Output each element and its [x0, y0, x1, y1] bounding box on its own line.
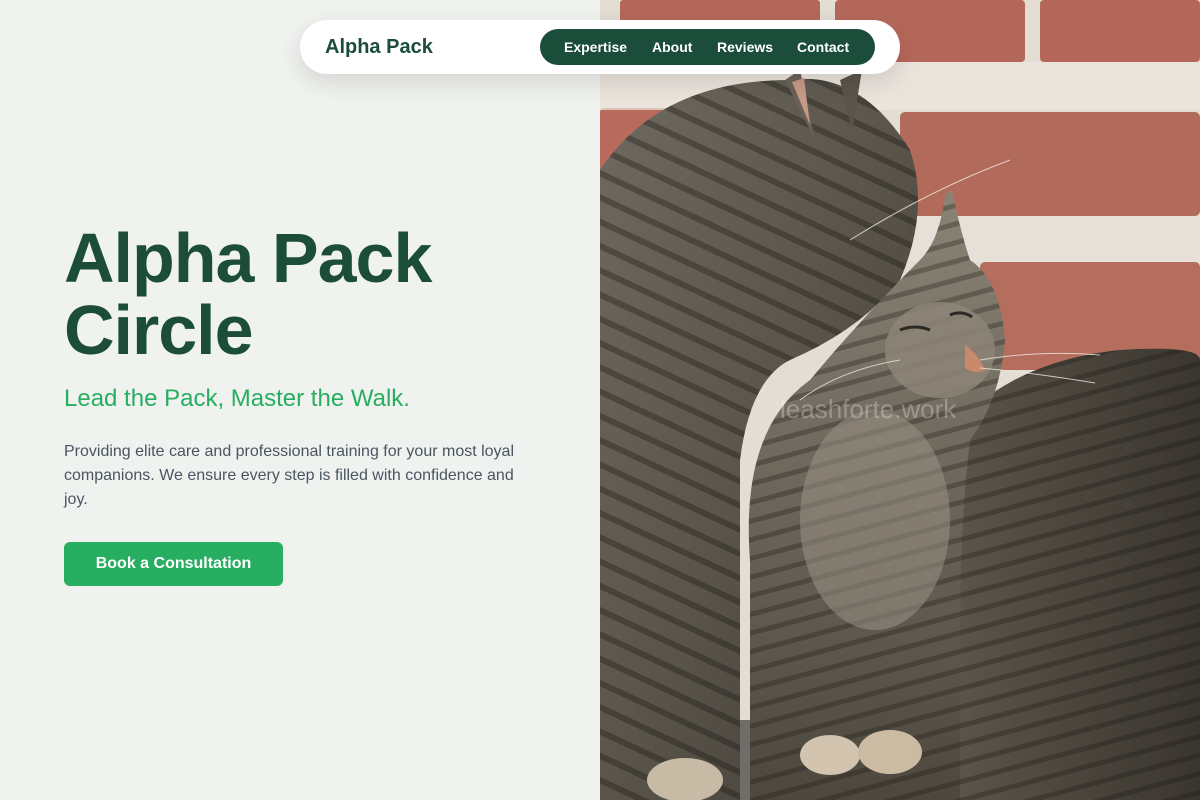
hero-description: Providing elite care and professional tr…	[64, 443, 515, 508]
hero-tagline: Lead the Pack, Master the Walk.	[64, 385, 410, 412]
photo-watermark: leashforte.work	[780, 394, 957, 424]
nav-link-about[interactable]: About	[652, 29, 692, 65]
hero-section: Alpha Pack Circle Lead the Pack, Master …	[0, 0, 600, 800]
hero-title-line-1: Alpha Pack	[64, 219, 432, 297]
landing-page: Alpha Pack Circle Lead the Pack, Master …	[0, 0, 1200, 800]
hero-cat-photo: leashforte.work	[600, 0, 1200, 800]
nav-link-contact[interactable]: Contact	[797, 29, 849, 65]
nav-link-expertise[interactable]: Expertise	[564, 29, 627, 65]
brand-logo-link[interactable]: Alpha Pack	[325, 20, 433, 74]
hero-title-line-2: Circle	[64, 291, 254, 369]
hero-title: Alpha Pack Circle	[64, 222, 584, 366]
book-consultation-button[interactable]: Book a Consultation	[64, 542, 283, 586]
nav-links-pill: Expertise About Reviews Contact	[540, 29, 875, 65]
top-navbar: Alpha Pack Expertise About Reviews Conta…	[300, 20, 900, 74]
nav-link-reviews[interactable]: Reviews	[717, 29, 773, 65]
